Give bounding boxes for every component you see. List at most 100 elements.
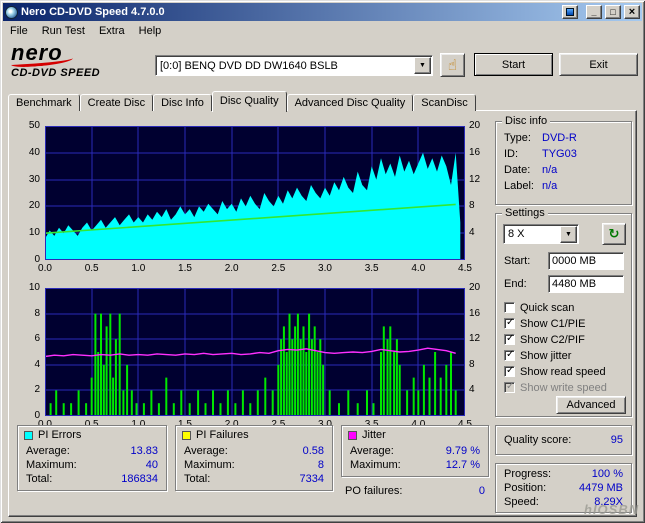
pi-errors-title: PI Errors — [38, 429, 81, 441]
tab-disc-quality[interactable]: Disc Quality — [212, 91, 287, 112]
axis-tick: 4 — [15, 359, 40, 370]
axis-tick: 20 — [469, 282, 487, 293]
axis-tick: 6 — [15, 333, 40, 344]
avg-label: Average: — [350, 445, 394, 457]
checkbox-show-c1-pie[interactable]: Show C1/PIE — [504, 317, 585, 330]
chevron-down-icon[interactable]: ▼ — [560, 226, 577, 243]
axis-tick: 1.5 — [174, 263, 196, 274]
drive-control-button[interactable]: ☝ — [440, 53, 465, 77]
maximize-button[interactable]: □ — [605, 5, 621, 19]
jitter-average: 9.79 % — [446, 445, 480, 457]
chart2-plot-area — [45, 288, 465, 416]
menubar: File Run Test Extra Help — [3, 22, 642, 40]
date-label: Date: — [504, 164, 542, 176]
checkbox-label: Show jitter — [520, 350, 571, 362]
pi-failures-title: PI Failures — [196, 429, 249, 441]
pif-maximum: 8 — [318, 459, 324, 471]
minimize-icon: _ — [591, 8, 596, 17]
position-label: Position: — [504, 482, 546, 494]
menu-help[interactable]: Help — [132, 23, 169, 39]
minimize-button[interactable]: _ — [586, 5, 602, 19]
checkbox-box — [504, 366, 515, 377]
axis-tick: 12 — [469, 333, 487, 344]
speed-selector[interactable]: 8 X ▼ — [503, 224, 579, 244]
po-failures-row: PO failures: 0 — [345, 485, 485, 497]
max-label: Maximum: — [26, 459, 77, 471]
progress-label: Progress: — [504, 468, 551, 480]
menu-run-test[interactable]: Run Test — [35, 23, 92, 39]
tab-benchmark[interactable]: Benchmark — [8, 94, 80, 111]
avg-label: Average: — [26, 445, 70, 457]
exit-button[interactable]: Exit — [559, 53, 638, 76]
checkbox-quick-scan[interactable]: Quick scan — [504, 301, 574, 314]
axis-tick: 3.0 — [314, 263, 336, 274]
tab-advanced-disc-quality[interactable]: Advanced Disc Quality — [287, 94, 414, 111]
axis-tick: 1.0 — [127, 263, 149, 274]
disc-type: DVD-R — [542, 132, 577, 144]
tab-create-disc[interactable]: Create Disc — [80, 94, 153, 111]
tab-scandisc[interactable]: ScanDisc — [413, 94, 475, 111]
pie-errors-chart: 50403020100201612840.00.51.01.52.02.53.0… — [15, 121, 489, 281]
quality-score-value: 95 — [611, 434, 623, 446]
position-value: 4479 MB — [579, 482, 623, 494]
drive-selector-value: [0:0] BENQ DVD DD DW1640 BSLB — [156, 60, 413, 72]
axis-tick: 12 — [469, 174, 487, 185]
window-title: Nero CD-DVD Speed 4.7.0.0 — [21, 6, 559, 18]
checkbox-show-c2-pif[interactable]: Show C2/PIF — [504, 333, 585, 346]
tab-strip: Benchmark Create Disc Disc Info Disc Qua… — [8, 90, 476, 111]
end-mb-field[interactable]: 4480 MB — [548, 275, 624, 293]
total-label: Total: — [184, 473, 210, 485]
checkbox-box — [504, 302, 515, 313]
nero-icon — [566, 8, 574, 16]
axis-tick: 10 — [15, 227, 40, 238]
max-label: Maximum: — [350, 459, 401, 471]
axis-tick: 16 — [469, 147, 487, 158]
titlebar[interactable]: Nero CD-DVD Speed 4.7.0.0 _ □ × — [3, 3, 642, 21]
pif-total: 7334 — [300, 473, 324, 485]
axis-tick: 50 — [15, 120, 40, 131]
progress-value: 100 % — [592, 468, 623, 480]
chevron-down-icon[interactable]: ▼ — [414, 57, 431, 74]
refresh-button[interactable]: ↻ — [602, 223, 626, 245]
close-button[interactable]: × — [624, 5, 640, 19]
disc-label: n/a — [542, 180, 557, 192]
axis-tick: 0.0 — [34, 263, 56, 274]
checkbox-label: Quick scan — [520, 302, 574, 314]
disc-info-caption: Disc info — [502, 115, 550, 127]
checkbox-box — [504, 382, 515, 393]
quality-score-panel: Quality score: 95 — [495, 425, 632, 455]
pie-color-chip — [24, 431, 33, 440]
checkbox-show-read-speed[interactable]: Show read speed — [504, 365, 606, 378]
checkbox-show-jitter[interactable]: Show jitter — [504, 349, 571, 362]
disc-date: n/a — [542, 164, 557, 176]
nero-logo-subtext: CD-DVD SPEED — [11, 67, 151, 79]
checkbox-show-write-speed[interactable]: Show write speed — [504, 381, 607, 394]
pi-errors-panel: PI Errors Average:13.83 Maximum:40 Total… — [17, 425, 167, 491]
axis-tick: 2.5 — [267, 263, 289, 274]
settings-group: Settings 8 X ▼ ↻ Start: 0000 MB End: 448… — [495, 213, 632, 417]
advanced-button[interactable]: Advanced — [556, 396, 626, 414]
axis-tick: 8 — [469, 359, 487, 370]
axis-tick: 10 — [15, 282, 40, 293]
start-button[interactable]: Start — [474, 53, 553, 76]
drive-selector[interactable]: [0:0] BENQ DVD DD DW1640 BSLB ▼ — [155, 55, 433, 76]
pie-average: 13.83 — [130, 445, 158, 457]
axis-tick: 3.5 — [361, 263, 383, 274]
pi-failures-panel: PI Failures Average:0.58 Maximum:8 Total… — [175, 425, 333, 491]
type-label: Type: — [504, 132, 542, 144]
disc-id: TYG03 — [542, 148, 577, 160]
id-label: ID: — [504, 148, 542, 160]
disc-quality-panel: 50403020100201612840.00.51.01.52.02.53.0… — [8, 110, 637, 517]
tab-disc-info[interactable]: Disc Info — [153, 94, 212, 111]
start-mb-field[interactable]: 0000 MB — [548, 252, 624, 270]
axis-tick: 4.0 — [407, 263, 429, 274]
axis-tick: 16 — [469, 308, 487, 319]
checkbox-box — [504, 350, 515, 361]
menu-file[interactable]: File — [3, 23, 35, 39]
menu-extra[interactable]: Extra — [92, 23, 132, 39]
app-window: Nero CD-DVD Speed 4.7.0.0 _ □ × File Run… — [0, 0, 645, 523]
axis-tick: 4 — [469, 227, 487, 238]
nero-tray-button[interactable] — [562, 5, 578, 19]
maximize-icon: □ — [610, 8, 615, 17]
pif-color-chip — [182, 431, 191, 440]
